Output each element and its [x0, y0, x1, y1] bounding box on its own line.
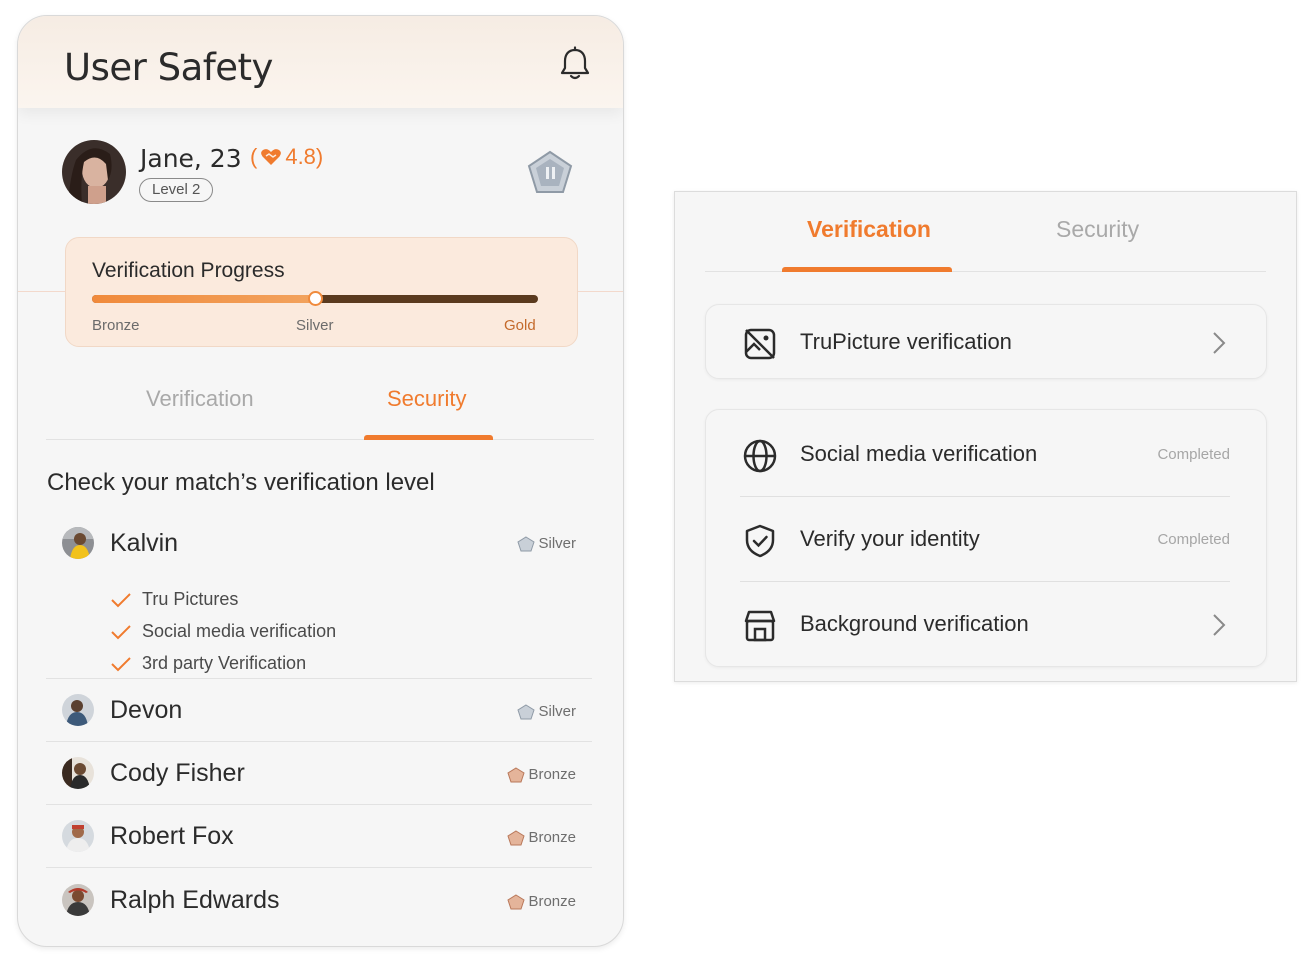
tier-label: Silver: [538, 703, 576, 720]
progress-fill: [92, 295, 315, 303]
check-item: Tru Pictures: [110, 589, 238, 610]
rating-open-paren: (: [250, 144, 258, 169]
tier-badge: Silver: [517, 535, 576, 552]
tab-verification[interactable]: Verification: [146, 386, 254, 412]
match-name: Kalvin: [110, 529, 179, 557]
section-heading: Check your match’s verification level: [47, 469, 435, 496]
tier-badge: Bronze: [507, 766, 576, 783]
status-text: Completed: [1157, 531, 1230, 548]
check-label: 3rd party Verification: [142, 653, 307, 673]
progress-title: Verification Progress: [92, 259, 285, 282]
tier-badge: Bronze: [507, 893, 576, 910]
bell-icon[interactable]: [558, 46, 592, 82]
avatar: [62, 884, 94, 916]
tier-badge: Silver: [517, 703, 576, 720]
rating-close-paren: ): [315, 144, 324, 169]
avatar: [62, 820, 94, 852]
row-label: TruPicture verification: [800, 329, 1012, 354]
user-safety-screen: User Safety Jane, 23 ( 4.8 ) Level 2 Ver…: [17, 15, 624, 947]
bronze-shield-icon: [507, 829, 526, 845]
tab-bar: Verification Security: [46, 376, 594, 440]
avatar: [62, 757, 94, 789]
background-verification-row[interactable]: Background verification: [706, 582, 1266, 667]
check-icon: [111, 592, 131, 607]
match-row-cody-fisher[interactable]: Cody Fisher Bronze: [46, 742, 592, 805]
tab-verification[interactable]: Verification: [807, 216, 931, 243]
silver-shield-icon: [517, 703, 536, 719]
chevron-right-icon: [1213, 614, 1226, 636]
row-label: Verify your identity: [800, 526, 980, 551]
tier-label: Bronze: [528, 766, 576, 783]
bronze-shield-icon: [507, 766, 526, 782]
tab-security[interactable]: Security: [387, 386, 466, 412]
match-row-devon[interactable]: Devon Silver: [46, 679, 592, 742]
tier-label-silver: Silver: [296, 317, 334, 334]
silver-shield-icon: [527, 150, 573, 193]
verification-panel: Verification Security TruPicture verific…: [674, 191, 1297, 682]
verify-identity-row[interactable]: Verify your identity Completed: [706, 497, 1266, 582]
match-name: Robert Fox: [110, 822, 234, 850]
active-tab-indicator: [782, 267, 952, 272]
page-title: User Safety: [64, 46, 273, 89]
trupicture-card: TruPicture verification: [705, 304, 1267, 379]
globe-icon: [743, 439, 777, 473]
match-row-kalvin[interactable]: Kalvin Silver Tru Pictures Social media …: [46, 519, 592, 679]
check-icon: [111, 624, 131, 639]
store-icon: [744, 610, 776, 642]
match-row-ralph-edwards[interactable]: Ralph Edwards Bronze: [46, 868, 592, 931]
tier-label: Silver: [538, 535, 576, 552]
silver-shield-icon: [517, 535, 536, 551]
verification-list-card: Social media verification Completed Veri…: [705, 409, 1267, 667]
progress-knob[interactable]: [308, 291, 323, 306]
social-media-verification-row[interactable]: Social media verification Completed: [706, 412, 1266, 497]
tier-label: Bronze: [528, 829, 576, 846]
active-tab-indicator: [364, 435, 493, 440]
match-name: Cody Fisher: [110, 759, 245, 787]
check-icon: [111, 656, 131, 671]
heart-handshake-icon: [261, 149, 282, 165]
app-header: User Safety: [18, 16, 623, 108]
rating-value: 4.8: [285, 144, 316, 169]
tab-security[interactable]: Security: [1056, 216, 1139, 243]
status-text: Completed: [1157, 446, 1230, 463]
bronze-shield-icon: [507, 893, 526, 909]
shield-check-icon: [745, 524, 775, 558]
progress-track: [92, 291, 538, 306]
match-name: Devon: [110, 696, 183, 724]
avatar[interactable]: [62, 140, 126, 204]
tier-label-gold: Gold: [504, 317, 536, 334]
check-item: Social media verification: [110, 621, 336, 642]
tab-bar: Verification Security: [705, 192, 1266, 272]
rating: ( 4.8 ): [250, 144, 323, 170]
tier-label-bronze: Bronze: [92, 317, 140, 334]
row-label: Social media verification: [800, 441, 1038, 466]
tier-label: Bronze: [528, 893, 576, 910]
picture-off-icon: [744, 328, 776, 360]
verification-progress-card: Verification Progress Bronze Silver Gold: [65, 237, 578, 347]
avatar: [62, 527, 94, 559]
match-name: Ralph Edwards: [110, 886, 280, 914]
level-badge: Level 2: [139, 178, 214, 202]
tier-badge: Bronze: [507, 829, 576, 846]
avatar: [62, 694, 94, 726]
check-label: Tru Pictures: [142, 589, 239, 609]
profile-name: Jane, 23: [140, 144, 242, 173]
check-item: 3rd party Verification: [110, 653, 306, 674]
row-label: Background verification: [800, 611, 1029, 636]
match-row-robert-fox[interactable]: Robert Fox Bronze: [46, 805, 592, 868]
check-label: Social media verification: [142, 621, 337, 641]
chevron-right-icon: [1213, 332, 1226, 354]
trupicture-verification-row[interactable]: TruPicture verification: [706, 300, 1266, 385]
